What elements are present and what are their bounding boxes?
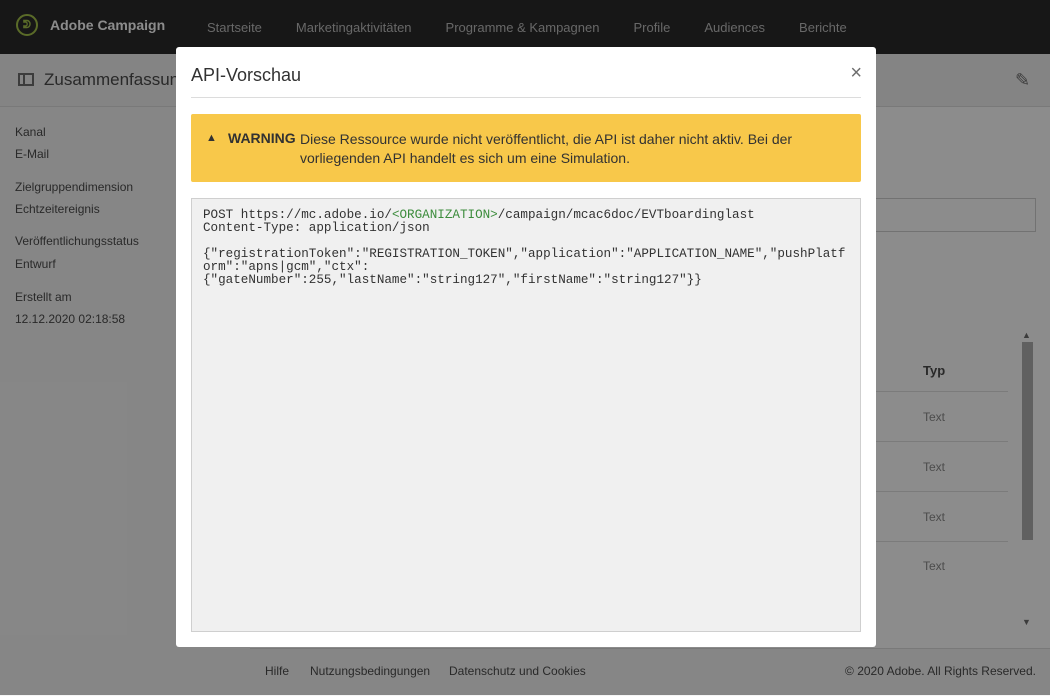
code-json-body: {"registrationToken":"REGISTRATION_TOKEN…	[203, 247, 846, 287]
warning-icon: ▲	[206, 132, 217, 144]
dialog-title: API-Vorschau	[191, 65, 302, 85]
close-icon[interactable]: ×	[850, 63, 862, 83]
code-method-url: POST https://mc.adobe.io/	[203, 208, 392, 222]
code-url-path: /campaign/mcac6doc/EVTboardinglast	[497, 208, 755, 222]
dialog-divider	[191, 97, 861, 98]
api-code-preview[interactable]: POST https://mc.adobe.io/<ORGANIZATION>/…	[191, 198, 861, 632]
warning-label: WARNING	[228, 130, 296, 146]
warning-banner: ▲ WARNING Diese Ressource wurde nicht ve…	[191, 114, 861, 182]
api-preview-dialog: API-Vorschau × ▲ WARNING Diese Ressource…	[176, 47, 876, 647]
code-content-type: Content-Type: application/json	[203, 221, 430, 235]
warning-text: Diese Ressource wurde nicht veröffentlic…	[300, 131, 793, 166]
code-organization-placeholder: <ORGANIZATION>	[391, 208, 498, 222]
